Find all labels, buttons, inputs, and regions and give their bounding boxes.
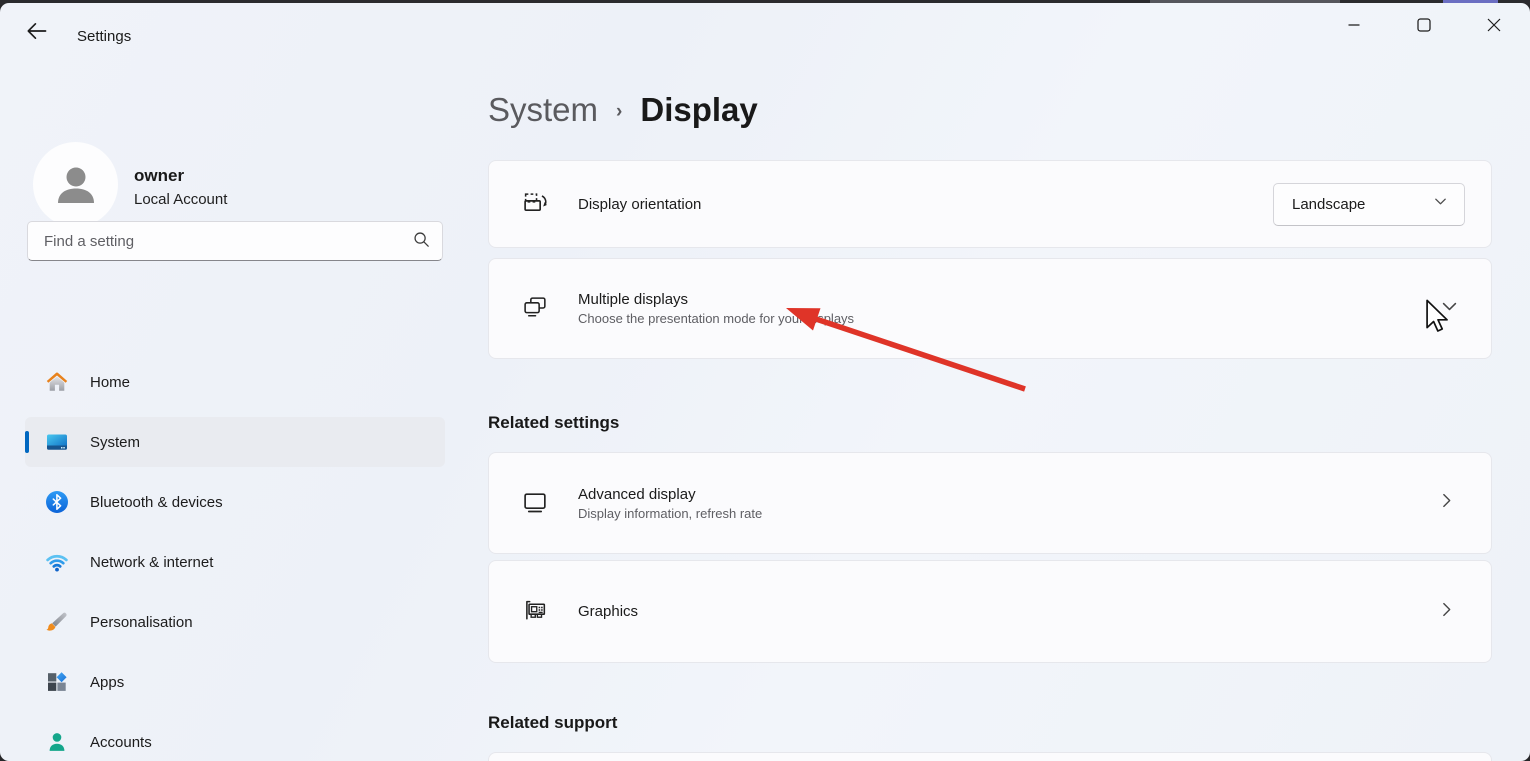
sidebar-item-network-internet[interactable]: Network & internet (25, 537, 445, 587)
sidebar-item-label: Accounts (90, 734, 152, 751)
user-account-type: Local Account (134, 191, 227, 208)
breadcrumb-system[interactable]: System (488, 91, 598, 129)
apps-icon (45, 670, 69, 694)
wifi-icon (45, 550, 69, 574)
chevron-down-icon[interactable] (1440, 297, 1459, 321)
sidebar-item-label: Apps (90, 674, 124, 691)
orientation-dropdown[interactable]: Landscape (1273, 183, 1465, 226)
related-support-row-partial[interactable] (488, 752, 1492, 761)
sidebar-item-label: Bluetooth & devices (90, 494, 223, 511)
sidebar: owner Local Account (0, 59, 460, 761)
minimize-button[interactable] (1331, 7, 1377, 43)
graphics-row[interactable]: Graphics (488, 560, 1492, 663)
display-orientation-row: Display orientation Landscape (488, 160, 1492, 248)
accounts-icon (45, 730, 69, 754)
advanced-display-row[interactable]: Advanced display Display information, re… (488, 452, 1492, 554)
sidebar-item-label: Home (90, 374, 130, 391)
bluetooth-icon (45, 490, 69, 514)
sidebar-item-label: Network & internet (90, 554, 213, 571)
related-support-header: Related support (488, 713, 617, 733)
multiple-displays-label: Multiple displays (578, 291, 1440, 308)
sidebar-item-accounts[interactable]: Accounts (25, 717, 445, 761)
sidebar-item-label: Personalisation (90, 614, 193, 631)
multiple-displays-icon (522, 295, 549, 322)
home-icon (45, 370, 69, 394)
graphics-icon (522, 598, 549, 625)
back-arrow-icon (25, 20, 47, 47)
related-settings-header: Related settings (488, 413, 619, 433)
search-box[interactable] (27, 221, 443, 261)
selected-accent-bar (25, 431, 29, 453)
display-orientation-label: Display orientation (578, 196, 1273, 213)
user-avatar[interactable] (33, 142, 118, 227)
sidebar-item-apps[interactable]: Apps (25, 657, 445, 707)
display-orientation-icon (522, 191, 549, 218)
sidebar-item-label: System (90, 434, 140, 451)
minimize-icon (1348, 19, 1360, 31)
settings-window: Settings owner Local Account (0, 3, 1530, 761)
orientation-dropdown-value: Landscape (1292, 196, 1365, 213)
sidebar-item-system[interactable]: System (25, 417, 445, 467)
sidebar-item-home[interactable]: Home (25, 357, 445, 407)
search-input[interactable] (44, 233, 412, 250)
multiple-displays-row[interactable]: Multiple displays Choose the presentatio… (488, 258, 1492, 359)
breadcrumb-separator-icon: › (616, 101, 622, 123)
page-title: Display (640, 91, 757, 129)
advanced-display-description: Display information, refresh rate (578, 506, 1438, 521)
sidebar-item-personalisation[interactable]: Personalisation (25, 597, 445, 647)
close-icon (1487, 18, 1501, 32)
advanced-display-label: Advanced display (578, 486, 1438, 503)
sidebar-item-bluetooth-devices[interactable]: Bluetooth & devices (25, 477, 445, 527)
titlebar: Settings (0, 3, 1530, 59)
maximize-icon (1417, 18, 1431, 32)
person-icon (50, 159, 102, 211)
system-icon (45, 430, 69, 454)
close-button[interactable] (1471, 7, 1517, 43)
maximize-button[interactable] (1401, 7, 1447, 43)
breadcrumb: System › Display (488, 91, 758, 129)
window-controls (1331, 7, 1517, 43)
chevron-right-icon (1438, 492, 1455, 514)
app-title: Settings (77, 28, 131, 45)
back-button[interactable] (16, 16, 56, 50)
paintbrush-icon (45, 610, 69, 634)
chevron-down-icon (1433, 194, 1448, 214)
search-icon (412, 230, 430, 253)
advanced-display-icon (522, 490, 549, 517)
user-name: owner (134, 166, 184, 186)
graphics-label: Graphics (578, 603, 1438, 620)
multiple-displays-description: Choose the presentation mode for your di… (578, 311, 1440, 326)
chevron-right-icon (1438, 601, 1455, 623)
